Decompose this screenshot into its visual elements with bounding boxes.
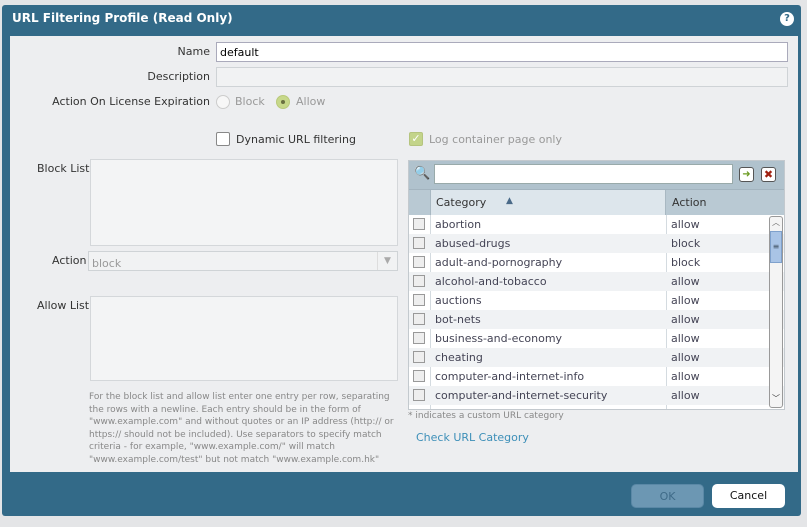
row-checkbox[interactable] (413, 351, 425, 363)
allow-list-textarea[interactable] (90, 296, 398, 381)
action-value: block (92, 257, 122, 270)
row-checkbox[interactable] (413, 370, 425, 382)
cancel-button[interactable]: Cancel (712, 484, 785, 508)
table-row[interactable]: abused-drugs block (409, 234, 784, 253)
sort-asc-icon: ▲ (506, 196, 513, 206)
category-name: business-and-economy (435, 332, 563, 345)
allow-radio[interactable] (276, 95, 290, 109)
allow-radio-label: Allow (296, 95, 326, 108)
table-row[interactable]: abortion allow (409, 215, 784, 234)
column-action-label[interactable]: Action (672, 196, 706, 209)
category-action: block (671, 237, 701, 250)
category-grid: 🔍 ➜ ✖ Category ▲ Action abortion allow abu… (408, 160, 785, 410)
chevron-down-icon[interactable]: ▼ (377, 252, 397, 270)
category-action: allow (671, 351, 700, 364)
check-url-category-link[interactable]: Check URL Category (416, 431, 529, 444)
log-container-checkbox[interactable]: ✓ (409, 132, 423, 146)
block-list-textarea[interactable] (90, 159, 398, 246)
row-checkbox[interactable] (413, 218, 425, 230)
category-action: allow (671, 218, 700, 231)
scroll-thumb[interactable]: ≡ (770, 231, 782, 263)
table-row[interactable]: auctions allow (409, 291, 784, 310)
name-input[interactable] (216, 42, 788, 62)
category-action: allow (671, 389, 700, 402)
row-checkbox[interactable] (413, 332, 425, 344)
scroll-down-icon[interactable]: ﹀ (770, 393, 782, 407)
action-label: Action (52, 254, 87, 267)
action-select[interactable]: block ▼ (88, 251, 398, 271)
search-icon: 🔍 (414, 166, 431, 181)
dynamic-url-checkbox[interactable] (216, 132, 230, 146)
table-row[interactable]: alcohol-and-tobacco allow (409, 272, 784, 291)
clear-filter-icon[interactable]: ✖ (761, 167, 776, 182)
block-radio-label: Block (235, 95, 265, 108)
row-checkbox[interactable] (413, 389, 425, 401)
table-row[interactable]: cheating allow (409, 348, 784, 367)
table-row[interactable]: bot-nets allow (409, 310, 784, 329)
description-input[interactable] (216, 67, 788, 87)
category-action: allow (671, 275, 700, 288)
ok-button[interactable]: OK (631, 484, 704, 508)
scroll-up-icon[interactable]: ︿ (770, 217, 782, 231)
row-checkbox[interactable] (413, 294, 425, 306)
category-action: allow (671, 313, 700, 326)
table-row[interactable]: business-and-economy allow (409, 329, 784, 348)
dialog-content: Name Description Action On License Expir… (10, 36, 798, 472)
table-row[interactable]: computer-and-internet-security allow (409, 386, 784, 405)
category-name: computer-and-internet-info (435, 370, 585, 383)
apply-filter-icon[interactable]: ➜ (739, 167, 754, 182)
row-checkbox[interactable] (413, 313, 425, 325)
table-row[interactable]: adult-and-pornography block (409, 253, 784, 272)
grid-header: Category ▲ Action (409, 189, 784, 215)
grid-toolbar: 🔍 ➜ ✖ (409, 161, 784, 189)
category-name: abortion (435, 218, 482, 231)
scrollbar[interactable]: ︿ ≡ ﹀ (769, 216, 783, 408)
row-checkbox[interactable] (413, 256, 425, 268)
category-action: allow (671, 294, 700, 307)
row-checkbox[interactable] (413, 237, 425, 249)
category-action: allow (671, 332, 700, 345)
block-radio[interactable] (216, 95, 230, 109)
url-filtering-dialog: URL Filtering Profile (Read Only) ? Name… (2, 5, 801, 516)
column-category[interactable]: Category ▲ (430, 190, 666, 215)
category-name: computer-and-internet-security (435, 389, 608, 402)
custom-footnote: * indicates a custom URL category (408, 411, 564, 421)
description-label: Description (147, 70, 210, 83)
dialog-title: URL Filtering Profile (Read Only) (12, 11, 233, 25)
column-category-label: Category (436, 196, 487, 209)
category-action: block (671, 256, 701, 269)
help-icon[interactable]: ? (780, 12, 794, 26)
help-text: For the block list and allow list enter … (89, 392, 394, 465)
license-expiration-label: Action On License Expiration (52, 95, 210, 108)
search-input[interactable] (434, 164, 733, 184)
log-container-label: Log container page only (429, 133, 562, 146)
category-name: adult-and-pornography (435, 256, 563, 269)
category-name: abused-drugs (435, 237, 511, 250)
grid-body: abortion allow abused-drugs block adult-and-… (409, 215, 784, 409)
block-list-label: Block List (37, 162, 90, 175)
category-name: bot-nets (435, 313, 481, 326)
row-checkbox[interactable] (413, 275, 425, 287)
category-name: alcohol-and-tobacco (435, 275, 547, 288)
category-name: auctions (435, 294, 482, 307)
name-label: Name (177, 45, 210, 58)
table-row[interactable]: computer-and-internet-info allow (409, 367, 784, 386)
category-action: allow (671, 370, 700, 383)
dynamic-url-label: Dynamic URL filtering (236, 133, 356, 146)
category-name: cheating (435, 351, 483, 364)
allow-list-label: Allow List (37, 299, 90, 312)
